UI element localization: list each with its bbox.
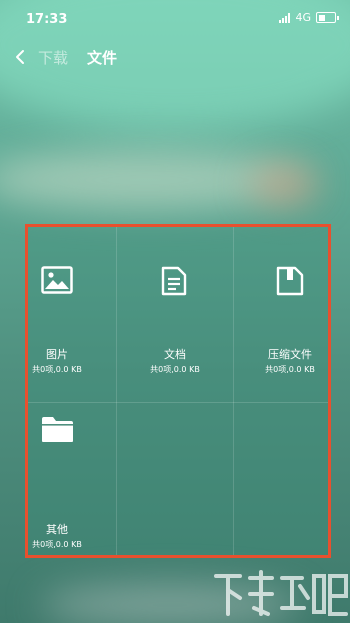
screen: 17:33 4G 下载 文件 图片 共0项,0.0 KB 文档 共0项,0.0 … xyxy=(0,0,350,623)
background-blur-accent xyxy=(250,165,320,205)
status-bar: 17:33 4G xyxy=(0,0,350,38)
signal-icon xyxy=(279,12,291,23)
back-arrow-icon[interactable] xyxy=(10,46,32,68)
status-time: 17:33 xyxy=(26,12,68,27)
page-title: 文件 xyxy=(87,49,118,67)
navigation-bar: 下载 文件 xyxy=(0,38,350,78)
network-type: 4G xyxy=(295,11,311,24)
status-indicators: 4G xyxy=(279,11,339,24)
annotation-highlight-box xyxy=(25,224,331,558)
breadcrumb-downloads[interactable]: 下载 xyxy=(38,47,68,68)
battery-icon xyxy=(316,12,339,23)
watermark-logo xyxy=(214,570,348,616)
